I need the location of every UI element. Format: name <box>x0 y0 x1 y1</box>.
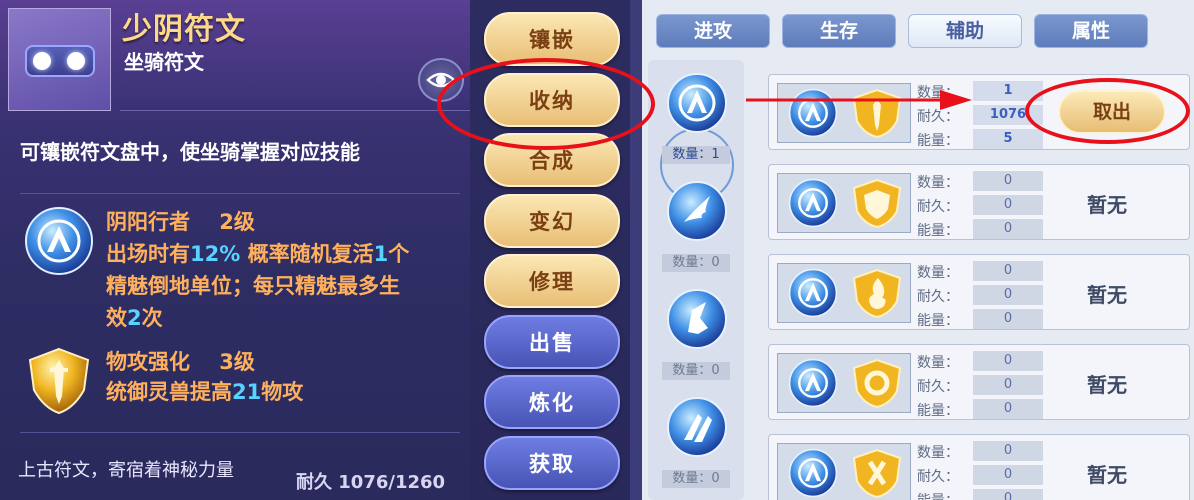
stat-label: 耐久： <box>917 469 959 485</box>
stat-value: 0 <box>973 171 1043 191</box>
skill-description-line: 统御灵兽提高21物攻 <box>106 380 304 404</box>
stat-values: 0 0 0 <box>973 351 1043 423</box>
stat-label: 数量： <box>917 445 959 461</box>
gold-star-rune-icon <box>848 448 906 499</box>
stat-label: 能量： <box>917 403 959 419</box>
rune-pair-frame <box>777 353 911 413</box>
action-button-8[interactable]: 获取 <box>484 435 620 490</box>
rune-row[interactable]: 数量： 耐久： 能量： 0 0 0 暂无 <box>768 254 1190 330</box>
skill-description-line: 精魅倒地单位；每只精魅最多生 <box>106 274 400 298</box>
item-subtitle: 坐骑符文 <box>124 50 204 74</box>
stat-value: 0 <box>973 309 1043 329</box>
gold-shield-rune-icon <box>848 178 906 229</box>
slot-count: 数量：0 <box>662 254 730 272</box>
blue-rune-icon <box>784 178 842 228</box>
tab-4[interactable]: 属性 <box>1034 14 1148 48</box>
double-arrow-rune-icon[interactable] <box>666 396 728 458</box>
rune-slot-column: 数量：1 数量：0 数量：0 数量：0 <box>648 60 744 500</box>
stat-label: 数量： <box>917 355 959 371</box>
item-flavor-text: 上古符文，寄宿着神秘力量 <box>18 460 234 481</box>
tab-1[interactable]: 进攻 <box>656 14 770 48</box>
divider <box>20 193 460 194</box>
item-description: 可镶嵌符文盘中，使坐骑掌握对应技能 <box>20 140 360 164</box>
stat-value: 0 <box>973 261 1043 281</box>
gold-ring-rune-icon <box>848 358 906 409</box>
rune-row[interactable]: 数量： 耐久： 能量： 0 0 0 暂无 <box>768 344 1190 420</box>
skill-1-name: 阴阳行者 2级 <box>106 210 255 234</box>
stat-labels: 数量： 耐久： 能量： <box>917 261 959 333</box>
action-button-6[interactable]: 出售 <box>484 314 620 369</box>
stat-labels: 数量： 耐久： 能量： <box>917 441 959 500</box>
slot-count: 数量：0 <box>662 470 730 488</box>
stat-value: 0 <box>973 351 1043 371</box>
stat-value: 0 <box>973 195 1043 215</box>
stat-value: 0 <box>973 375 1043 395</box>
wing-rune-icon[interactable] <box>666 180 728 242</box>
gold-flame-rune-icon <box>848 268 906 319</box>
empty-status: 暂无 <box>1087 373 1127 397</box>
red-annotation-ellipse <box>1025 78 1190 144</box>
action-button-5[interactable]: 修理 <box>484 254 620 308</box>
empty-status: 暂无 <box>1087 283 1127 307</box>
stat-values: 0 0 0 <box>973 261 1043 333</box>
stat-value: 0 <box>973 489 1043 500</box>
stat-label: 能量： <box>917 313 959 329</box>
rune-row[interactable]: 数量： 耐久： 能量： 0 0 0 暂无 <box>768 164 1190 240</box>
blue-rune-icon <box>784 358 842 408</box>
stat-value: 0 <box>973 465 1043 485</box>
blue-rune-icon <box>25 207 93 275</box>
stat-value: 0 <box>973 441 1043 461</box>
boot-rune-icon[interactable] <box>666 288 728 350</box>
blue-rune-icon <box>784 268 842 318</box>
divider <box>20 432 460 433</box>
stat-label: 耐久： <box>917 199 959 215</box>
action-button-4[interactable]: 变幻 <box>484 193 620 248</box>
stat-value: 5 <box>973 129 1043 149</box>
stat-label: 能量： <box>917 489 959 500</box>
stat-label: 耐久： <box>917 379 959 395</box>
empty-status: 暂无 <box>1087 463 1127 487</box>
blue-rune-icon[interactable] <box>666 72 728 134</box>
rune-slot-panel: 进攻 生存 辅助 属性 数量：1 数量：0 数量：0 数量：0 数量： 耐久： 能量： 1 1076… <box>642 0 1194 500</box>
rune-info-panel: 少阴符文 坐骑符文 可镶嵌符文盘中，使坐骑掌握对应技能 阴阳行者 2级 出场时有… <box>0 0 470 500</box>
stat-labels: 数量： 耐久： 能量： <box>917 171 959 243</box>
item-title: 少阴符文 <box>122 12 246 47</box>
gold-sword-rune-icon <box>28 347 90 415</box>
skill-description-line: 效2次 <box>106 306 163 330</box>
slot-count: 数量：0 <box>662 362 730 380</box>
skill-description-line: 出场时有12% 概率随机复活1个 <box>106 242 410 266</box>
empty-status: 暂无 <box>1087 193 1127 217</box>
blue-rune-icon <box>784 448 842 498</box>
tab-3[interactable]: 辅助 <box>908 14 1022 48</box>
stat-values: 0 0 0 <box>973 441 1043 500</box>
stat-label: 数量： <box>917 265 959 281</box>
stat-value: 0 <box>973 399 1043 419</box>
stat-values: 0 0 0 <box>973 171 1043 243</box>
action-button-7[interactable]: 炼化 <box>484 375 620 429</box>
tab-2[interactable]: 生存 <box>782 14 896 48</box>
red-arrow-icon <box>746 90 972 110</box>
header-divider <box>120 110 470 111</box>
rune-pair-frame <box>777 443 911 500</box>
durability-label: 耐久 1076/1260 <box>296 472 446 493</box>
stat-label: 数量： <box>917 175 959 191</box>
stat-labels: 数量： 耐久： 能量： <box>917 351 959 423</box>
rune-pair-frame <box>777 263 911 323</box>
stat-label: 耐久： <box>917 289 959 305</box>
stat-value: 0 <box>973 219 1043 239</box>
red-annotation-ellipse <box>437 58 655 150</box>
rune-item-icon <box>8 8 111 111</box>
stat-value: 0 <box>973 285 1043 305</box>
rune-pair-frame <box>777 173 911 233</box>
stat-label: 能量： <box>917 133 959 149</box>
stat-label: 能量： <box>917 223 959 239</box>
rune-row[interactable]: 数量： 耐久： 能量： 0 0 0 暂无 <box>768 434 1190 500</box>
slot-count: 数量：1 <box>662 146 730 164</box>
skill-2-name: 物攻强化 3级 <box>106 350 255 374</box>
